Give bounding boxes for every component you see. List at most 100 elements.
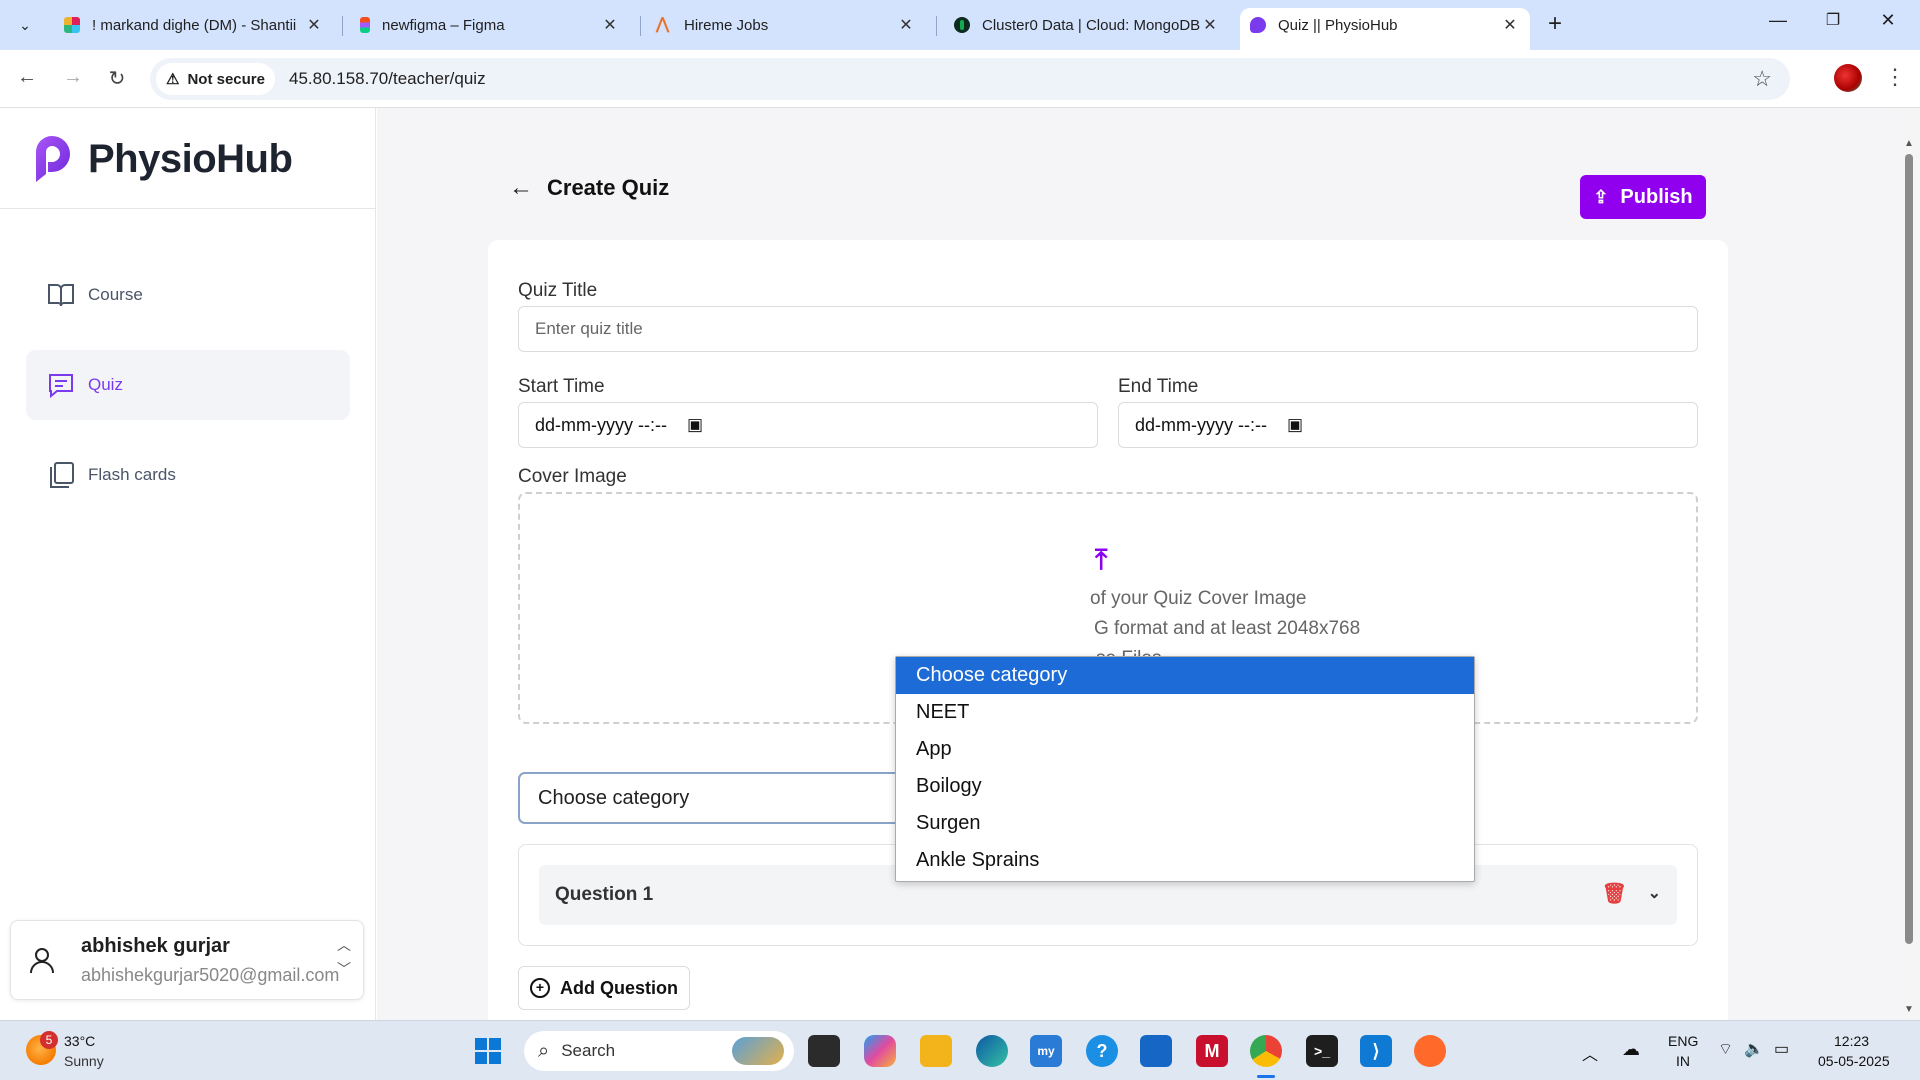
category-selected-value: Choose category bbox=[538, 786, 690, 809]
calendar-icon[interactable]: ▣ bbox=[1287, 415, 1303, 435]
user-profile-card[interactable]: abhishek gurjar abhishekgurjar5020@gmail… bbox=[10, 920, 364, 1000]
forward-button[interactable]: → bbox=[60, 66, 86, 89]
task-view-icon[interactable] bbox=[808, 1035, 840, 1067]
chevron-down-icon[interactable]: ⌄ bbox=[1648, 883, 1661, 903]
category-dropdown-list: Choose category NEET App Boilogy Surgen … bbox=[895, 656, 1475, 882]
close-tab-icon[interactable]: ✕ bbox=[1500, 15, 1520, 35]
restore-button[interactable]: ❐ bbox=[1813, 10, 1853, 30]
quiz-title-input[interactable]: Enter quiz title bbox=[518, 306, 1698, 352]
site-info-button[interactable]: ⚠ Not secure bbox=[156, 63, 275, 95]
show-hidden-icons-chevron-icon[interactable]: ︿ bbox=[1582, 1041, 1598, 1065]
microsoft-store-icon[interactable] bbox=[1140, 1035, 1172, 1067]
copilot-icon[interactable] bbox=[864, 1035, 896, 1067]
tab-search-button[interactable]: ⌄ bbox=[12, 12, 38, 38]
terminal-icon[interactable]: >_ bbox=[1306, 1035, 1338, 1067]
figma-icon bbox=[360, 17, 370, 33]
tab-separator bbox=[936, 16, 937, 36]
quiz-title-label: Quiz Title bbox=[518, 280, 598, 301]
trash-icon[interactable]: 🗑 bbox=[1602, 881, 1627, 906]
scroll-down-arrow-icon[interactable]: ▼ bbox=[1904, 1004, 1914, 1015]
chevron-up-icon[interactable]: ︿ bbox=[337, 935, 351, 955]
category-option[interactable]: App bbox=[896, 731, 1474, 768]
sidebar: PhysioHub Course Quiz Flash cards abhish… bbox=[0, 108, 376, 1020]
language-indicator[interactable]: ENG bbox=[1668, 1033, 1698, 1049]
add-question-button[interactable]: + Add Question bbox=[518, 966, 690, 1010]
address-toolbar: ← → ↻ ⚠ Not secure 45.80.158.70/teacher/… bbox=[0, 50, 1920, 108]
clock-time[interactable]: 12:23 bbox=[1834, 1033, 1869, 1049]
profile-avatar[interactable] bbox=[1834, 64, 1862, 92]
wifi-icon[interactable]: ⌔ bbox=[1718, 1039, 1733, 1059]
scroll-thumb[interactable] bbox=[1905, 154, 1913, 944]
quiz-form-card: Quiz Title Enter quiz title Start Time d… bbox=[488, 240, 1728, 1020]
windows-start-icon[interactable] bbox=[472, 1035, 504, 1067]
browser-tab-mongodb[interactable]: Cluster0 Data | Cloud: MongoDB ✕ bbox=[944, 8, 1230, 42]
omnibox[interactable]: ⚠ Not secure 45.80.158.70/teacher/quiz ☆ bbox=[150, 58, 1790, 100]
cards-icon bbox=[46, 460, 76, 490]
taskbar-search[interactable]: ⌕ Search bbox=[524, 1031, 794, 1071]
sidebar-item-quiz[interactable]: Quiz bbox=[26, 350, 350, 420]
tab-title: Hireme Jobs bbox=[684, 16, 769, 34]
sidebar-item-course[interactable]: Course bbox=[26, 260, 350, 330]
mcafee-icon[interactable]: M bbox=[1196, 1035, 1228, 1067]
active-app-indicator bbox=[1257, 1075, 1275, 1078]
user-icon bbox=[27, 945, 57, 975]
bookmark-star-icon[interactable]: ☆ bbox=[1752, 66, 1772, 92]
start-time-label: Start Time bbox=[518, 376, 605, 397]
category-option[interactable]: Surgen bbox=[896, 805, 1474, 842]
back-arrow-icon[interactable]: ← bbox=[509, 174, 533, 202]
close-tab-icon[interactable]: ✕ bbox=[600, 15, 620, 35]
close-tab-icon[interactable]: ✕ bbox=[304, 15, 324, 35]
volume-icon[interactable]: 🔈 bbox=[1744, 1039, 1764, 1059]
brand-name: PhysioHub bbox=[88, 136, 293, 181]
close-window-button[interactable]: ✕ bbox=[1868, 10, 1908, 31]
category-option[interactable]: Choose category bbox=[896, 657, 1474, 694]
close-tab-icon[interactable]: ✕ bbox=[896, 15, 916, 35]
search-icon: ⌕ bbox=[538, 1039, 550, 1062]
mongodb-leaf-icon bbox=[954, 17, 970, 33]
calendar-icon[interactable]: ▣ bbox=[687, 415, 703, 435]
minimize-button[interactable]: — bbox=[1758, 10, 1798, 31]
new-tab-button[interactable]: + bbox=[1542, 12, 1568, 38]
weather-condition: Sunny bbox=[64, 1053, 104, 1069]
user-name: abhishek gurjar bbox=[81, 935, 230, 957]
browser-tab-slack[interactable]: ! markand dighe (DM) - Shantii ✕ bbox=[54, 8, 334, 42]
sidebar-item-flash-cards[interactable]: Flash cards bbox=[26, 440, 350, 510]
chrome-icon[interactable] bbox=[1250, 1035, 1282, 1067]
category-option[interactable]: Ankle Sprains bbox=[896, 842, 1474, 879]
scroll-up-arrow-icon[interactable]: ▲ bbox=[1904, 138, 1914, 149]
end-time-input[interactable]: dd-mm-yyyy --:-- ▣ bbox=[1118, 402, 1698, 448]
main-content: ← Create Quiz ⇪ Publish Quiz Title Enter… bbox=[377, 108, 1898, 1020]
start-time-input[interactable]: dd-mm-yyyy --:-- ▣ bbox=[518, 402, 1098, 448]
dropzone-format-hint: G format and at least 2048x768 bbox=[1094, 618, 1361, 639]
postman-icon[interactable] bbox=[1414, 1035, 1446, 1067]
vscode-icon[interactable]: ⟩ bbox=[1360, 1035, 1392, 1067]
file-explorer-icon[interactable] bbox=[920, 1035, 952, 1067]
upload-icon: ⇪ bbox=[1593, 186, 1609, 207]
clock-date[interactable]: 05-05-2025 bbox=[1818, 1053, 1890, 1069]
search-highlight-image bbox=[732, 1037, 784, 1065]
url-text[interactable]: 45.80.158.70/teacher/quiz bbox=[289, 69, 486, 89]
category-option[interactable]: NEET bbox=[896, 694, 1474, 731]
tab-title: Cluster0 Data | Cloud: MongoDB bbox=[982, 16, 1200, 34]
browser-tab-physiohub[interactable]: Quiz || PhysioHub ✕ bbox=[1240, 8, 1530, 50]
app-icon[interactable]: ? bbox=[1086, 1035, 1118, 1067]
upload-arrow-icon: ⤒ bbox=[1095, 544, 1108, 575]
onedrive-cloud-icon[interactable]: ☁ bbox=[1622, 1039, 1640, 1060]
browser-tab-figma[interactable]: newfigma – Figma ✕ bbox=[350, 8, 630, 42]
category-option[interactable]: Boilogy bbox=[896, 768, 1474, 805]
browser-menu-icon[interactable]: ⋮ bbox=[1884, 64, 1906, 90]
end-time-value: dd-mm-yyyy --:-- bbox=[1135, 414, 1267, 435]
chevron-down-icon[interactable]: ﹀ bbox=[337, 959, 351, 979]
publish-button[interactable]: ⇪ Publish bbox=[1580, 175, 1706, 219]
reload-button[interactable]: ↻ bbox=[104, 66, 130, 91]
close-tab-icon[interactable]: ✕ bbox=[1200, 15, 1220, 35]
physiohub-logo-icon bbox=[30, 134, 76, 184]
browser-tab-hireme[interactable]: ⋀ Hireme Jobs ✕ bbox=[646, 8, 926, 42]
edge-browser-icon[interactable] bbox=[976, 1035, 1008, 1067]
sidebar-item-label: Flash cards bbox=[88, 465, 176, 484]
battery-icon[interactable]: ▭ bbox=[1774, 1039, 1789, 1059]
page-scrollbar[interactable]: ▲ ▼ bbox=[1898, 108, 1920, 1020]
back-button[interactable]: ← bbox=[14, 66, 40, 89]
mylio-icon[interactable]: my bbox=[1030, 1035, 1062, 1067]
brand-logo[interactable]: PhysioHub bbox=[30, 134, 293, 184]
